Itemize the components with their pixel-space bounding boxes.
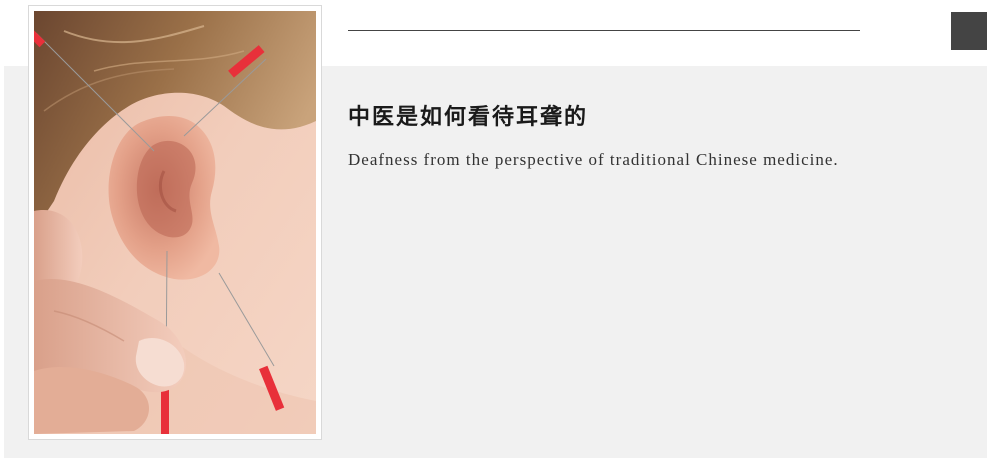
header-divider <box>348 30 860 31</box>
article-title[interactable]: 中医是如何看待耳聋的 <box>348 99 588 131</box>
article-image-frame[interactable] <box>28 5 322 440</box>
menu-button[interactable] <box>951 12 987 50</box>
ear-acupuncture-image <box>34 11 316 434</box>
article-subtitle: Deafness from the perspective of traditi… <box>348 150 839 169</box>
